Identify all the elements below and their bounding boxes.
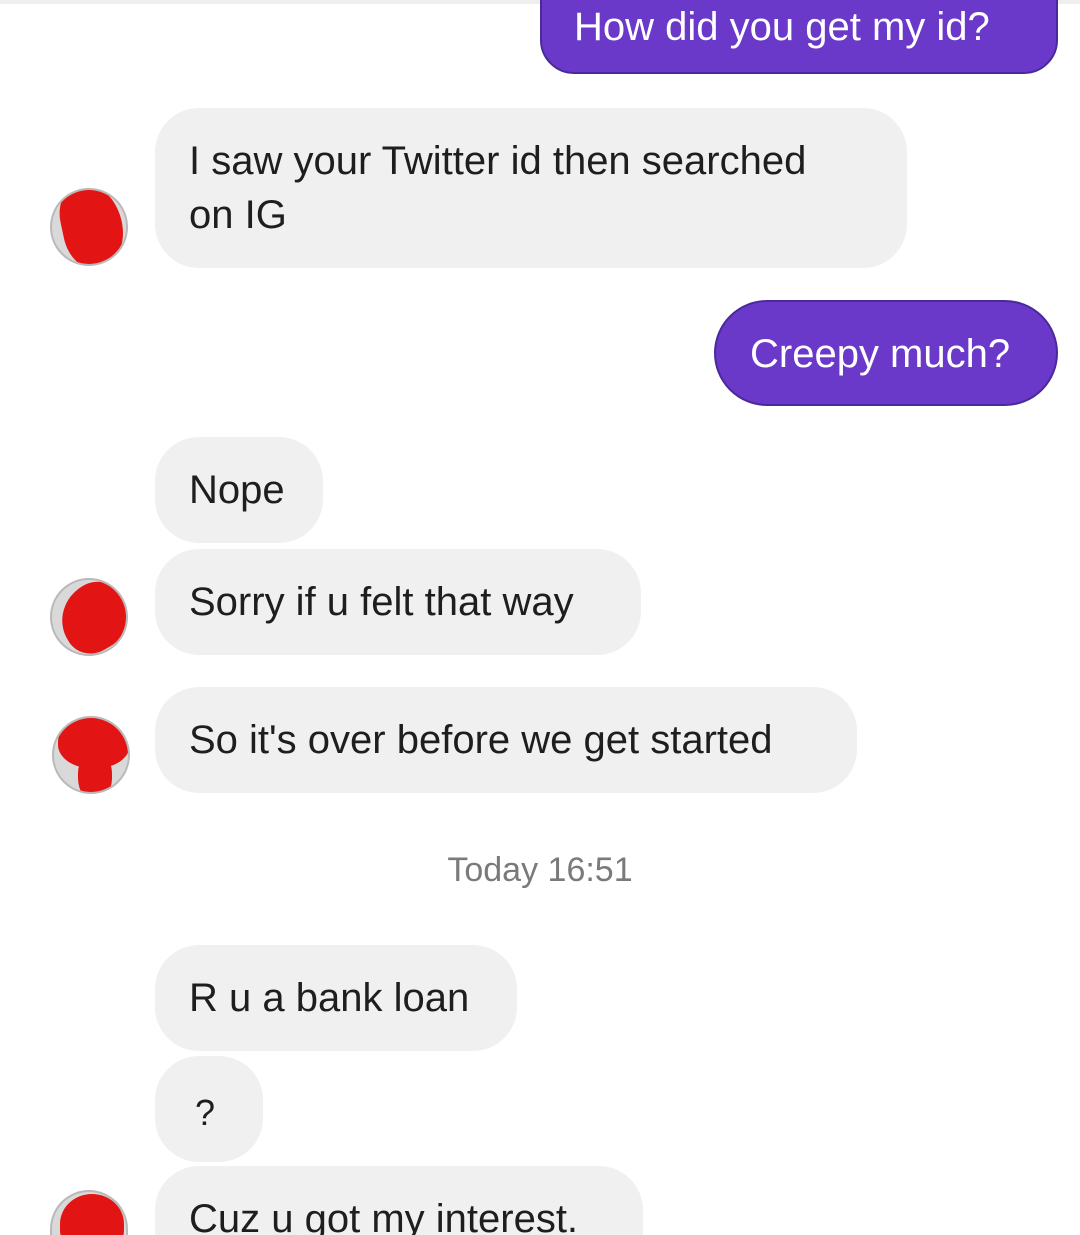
timestamp: Today 16:51 — [447, 851, 633, 889]
message-text: Nope — [189, 468, 285, 512]
incoming-message-bubble[interactable]: R u a bank loan — [155, 945, 517, 1051]
incoming-message-bubble[interactable]: Sorry if u felt that way — [155, 549, 641, 655]
incoming-message-bubble[interactable]: So it's over before we get started — [155, 687, 857, 793]
message-text: Creepy much? — [750, 332, 1011, 376]
outgoing-message-bubble[interactable]: Creepy much? — [714, 300, 1058, 406]
avatar[interactable] — [52, 716, 130, 794]
avatar[interactable] — [50, 578, 128, 656]
message-text: Sorry if u felt that way — [189, 580, 574, 624]
message-text: R u a bank loan — [189, 976, 470, 1020]
incoming-message-bubble[interactable]: ? — [155, 1056, 263, 1162]
message-text: Cuz u got my interest. — [189, 1197, 579, 1235]
outgoing-message-bubble[interactable]: How did you get my id? — [540, 0, 1058, 74]
message-text: How did you get my id? — [574, 5, 990, 49]
message-text: So it's over before we get started — [189, 718, 773, 762]
incoming-message-bubble[interactable]: Cuz u got my interest. — [155, 1166, 643, 1235]
avatar[interactable] — [50, 1190, 128, 1235]
message-text: ? — [195, 1092, 216, 1133]
incoming-message-bubble[interactable]: I saw your Twitter id then searched on I… — [155, 108, 907, 268]
message-text-line: on IG — [189, 193, 287, 237]
message-text-line: I saw your Twitter id then searched — [189, 139, 807, 183]
avatar[interactable] — [50, 188, 128, 266]
incoming-message-bubble[interactable]: Nope — [155, 437, 323, 543]
